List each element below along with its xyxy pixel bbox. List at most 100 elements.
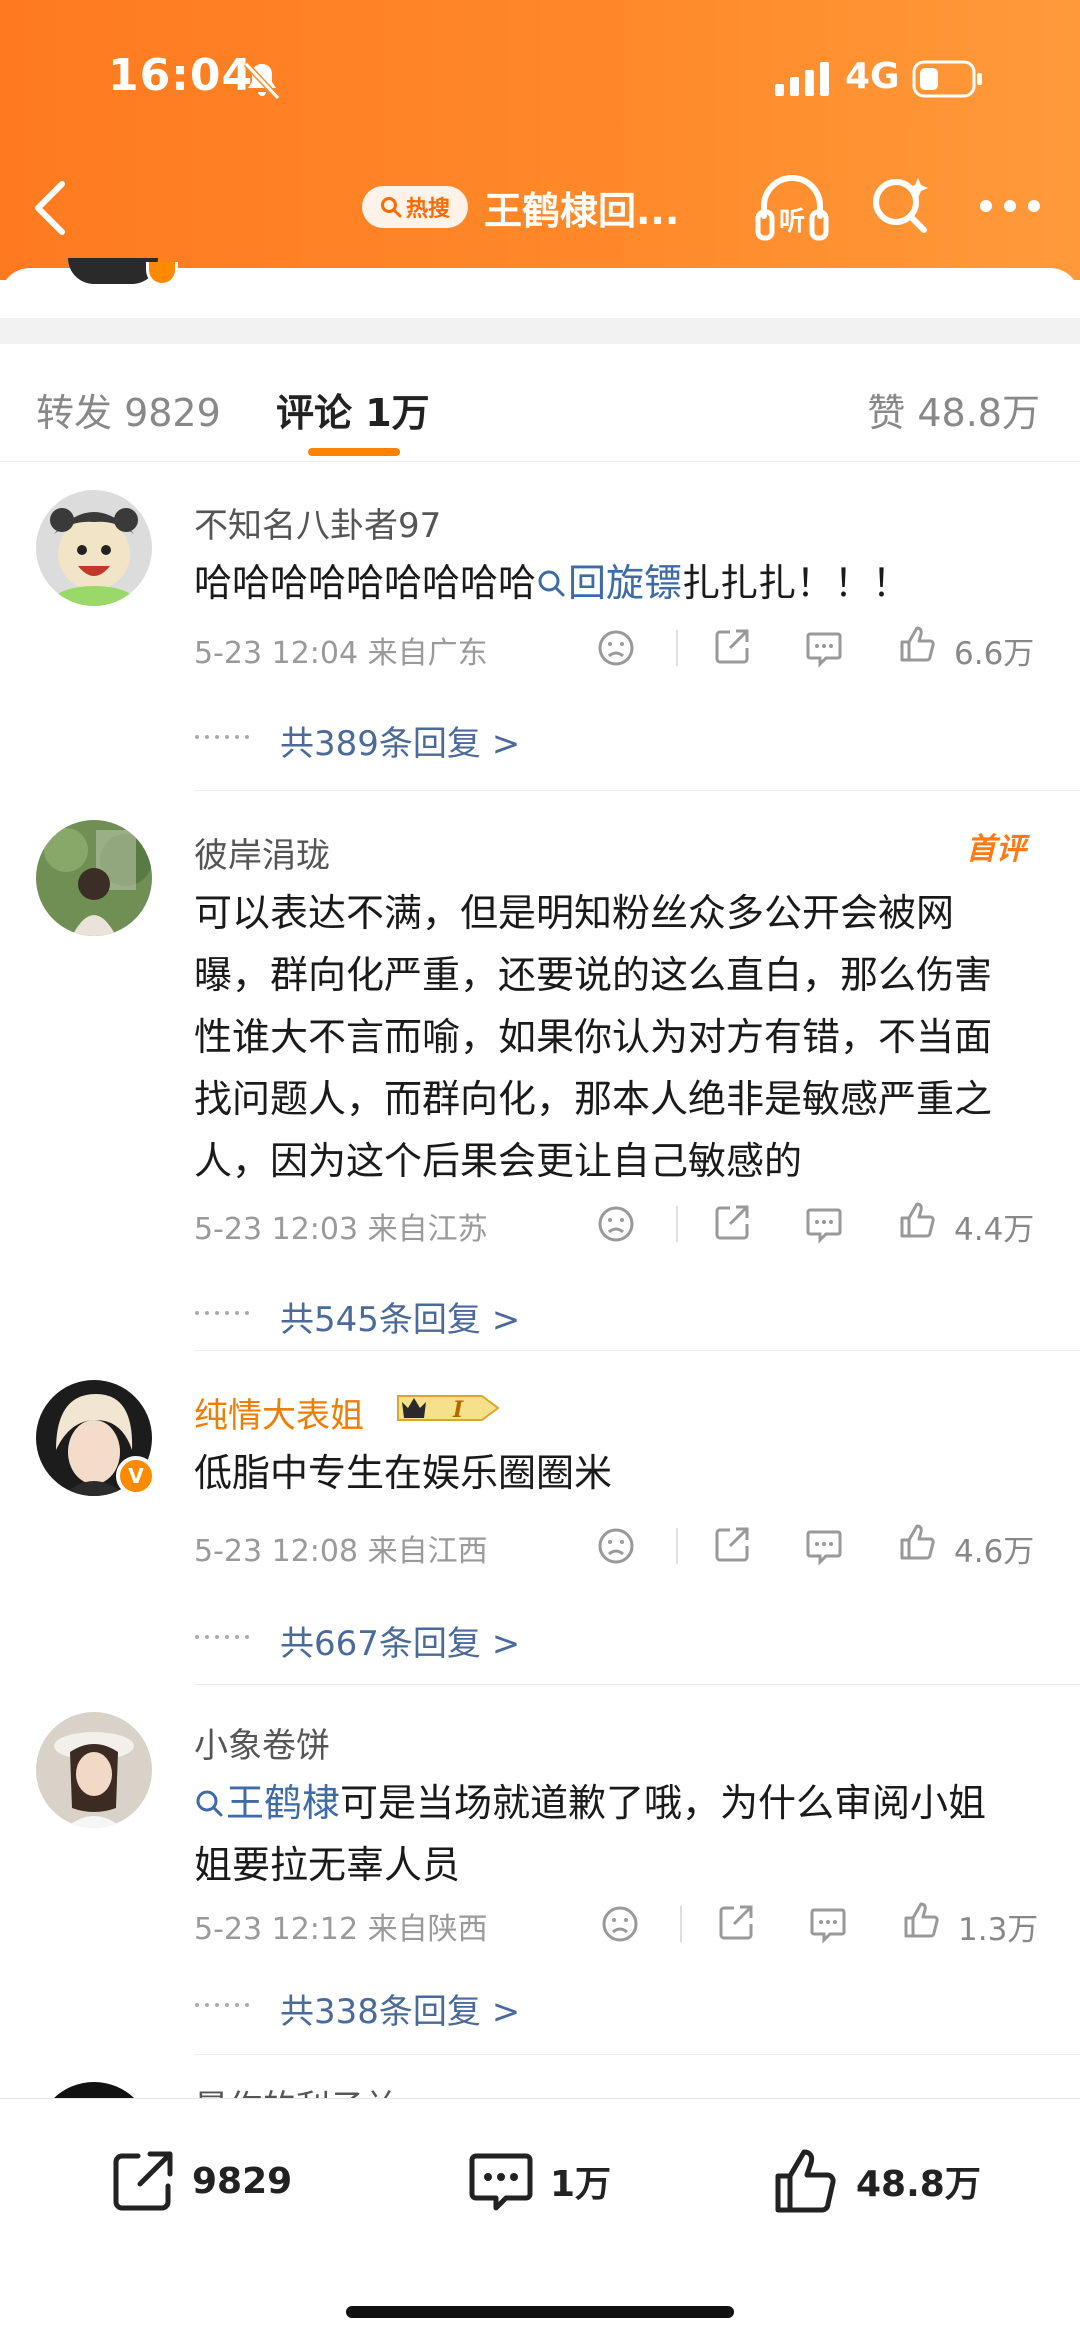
hot-tag-label: 热搜 xyxy=(405,197,450,222)
comment-text: 哈哈哈哈哈哈哈哈哈 回旋镖扎扎扎！！！ xyxy=(194,552,1014,614)
divider xyxy=(676,1528,678,1564)
nav-title[interactable]: 王鹤棣回... xyxy=(484,180,679,235)
comment-text-part: 扎扎扎！！！ xyxy=(682,561,911,605)
comment-location: 来自江西 xyxy=(367,1534,488,1569)
reply-dots xyxy=(195,1311,249,1315)
more-icon[interactable] xyxy=(978,186,1042,226)
reply-dots xyxy=(195,735,249,739)
comment-icon[interactable] xyxy=(804,628,844,668)
comment-button[interactable]: 1万 xyxy=(466,2141,611,2221)
sad-face-icon[interactable] xyxy=(596,628,636,668)
sad-face-icon[interactable] xyxy=(596,1204,636,1244)
comment-time: 5-23 12:08 xyxy=(194,1534,359,1569)
avatar[interactable] xyxy=(36,2082,152,2098)
comment-username[interactable]: 彼岸涓珑 xyxy=(194,828,330,877)
like-count: 4.6万 xyxy=(954,1534,1035,1570)
comment-location: 来自江苏 xyxy=(367,1212,488,1247)
reply-link[interactable]: 共667条回复 > xyxy=(280,1616,520,1665)
like-count: 1.3万 xyxy=(958,1912,1039,1948)
comment-meta: 5-23 12:08 来自江西 xyxy=(194,1526,488,1570)
reply-dots xyxy=(195,1635,249,1639)
listen-label: 听 xyxy=(779,207,805,237)
comment-text: 王鹤棣可是当场就道歉了哦，为什么审阅小姐姐要拉无辜人员 xyxy=(194,1772,1014,1896)
comment-icon[interactable] xyxy=(808,1904,848,1944)
topic-link[interactable]: 王鹤棣 xyxy=(194,1781,340,1825)
comment-divider xyxy=(194,790,1080,791)
share-icon[interactable] xyxy=(712,1202,752,1242)
thumb-up-icon[interactable] xyxy=(898,624,938,664)
reply-link[interactable]: 共545条回复 > xyxy=(280,1292,520,1341)
header: 16:04 4G 热搜 王鹤棣回... 听 xyxy=(0,0,1080,280)
topic-label: 回旋镖 xyxy=(568,561,683,605)
comment-icon[interactable] xyxy=(804,1526,844,1566)
thumb-up-icon xyxy=(775,2149,836,2213)
vip-level-label: I xyxy=(452,1397,464,1423)
tab-bar: 转发 9829 评论 1万 赞 48.8万 xyxy=(0,344,1080,462)
search-icon xyxy=(380,197,402,218)
repost-count: 9829 xyxy=(192,2160,293,2202)
avatar[interactable] xyxy=(36,490,152,606)
comment-username[interactable]: 不知名八卦者97 xyxy=(194,498,441,547)
divider xyxy=(680,1906,682,1942)
comment-time: 5-23 12:03 xyxy=(194,1212,359,1247)
comment-meta: 5-23 12:04 来自广东 xyxy=(194,628,488,672)
share-icon[interactable] xyxy=(716,1902,756,1942)
comment-time: 5-23 12:12 xyxy=(194,1912,359,1947)
share-icon[interactable] xyxy=(712,626,752,666)
sad-face-icon[interactable] xyxy=(600,1904,640,1944)
thumb-up-icon[interactable] xyxy=(898,1522,938,1562)
listen-icon[interactable]: 听 xyxy=(754,172,830,242)
comment-username[interactable]: 晨作的利子兰 xyxy=(194,2080,398,2098)
thumb-up-icon[interactable] xyxy=(902,1900,942,1940)
avatar[interactable] xyxy=(36,820,152,936)
tab-likes[interactable]: 赞 48.8万 xyxy=(867,382,1040,437)
share-icon xyxy=(113,2151,173,2211)
comment-text-part: 哈哈哈哈哈哈哈哈哈 xyxy=(194,561,537,605)
status-time: 16:04 xyxy=(108,50,254,101)
repost-button[interactable]: 9829 xyxy=(108,2141,292,2221)
nav-bar: 热搜 王鹤棣回... 听 xyxy=(0,160,1080,250)
like-button[interactable]: 48.8万 xyxy=(772,2141,981,2221)
tab-repost[interactable]: 转发 9829 xyxy=(36,382,221,437)
signal-icon xyxy=(775,62,829,96)
like-count: 4.4万 xyxy=(954,1212,1035,1248)
search-icon[interactable] xyxy=(868,174,932,238)
home-indicator[interactable] xyxy=(346,2306,734,2318)
reply-link[interactable]: 共338条回复 > xyxy=(280,1984,520,2033)
comment-username[interactable]: 小象卷饼 xyxy=(194,1718,330,1767)
like-count: 6.6万 xyxy=(954,636,1035,672)
bell-off-icon xyxy=(243,61,281,101)
tab-comment[interactable]: 评论 1万 xyxy=(276,382,430,437)
network-label: 4G xyxy=(845,56,900,97)
battery-icon xyxy=(912,60,982,98)
verified-badge: V xyxy=(116,1456,156,1496)
search-icon xyxy=(196,1790,223,1817)
comment-location: 来自广东 xyxy=(367,636,488,671)
section-gap xyxy=(0,318,1080,344)
comment-meta: 5-23 12:03 来自江苏 xyxy=(194,1204,488,1248)
share-icon[interactable] xyxy=(712,1524,752,1564)
reply-link[interactable]: 共389条回复 > xyxy=(280,716,520,765)
comment-text: 低脂中专生在娱乐圈圈米 xyxy=(194,1451,613,1495)
comment-divider xyxy=(194,1684,1080,1685)
divider xyxy=(676,1206,678,1242)
sad-face-icon[interactable] xyxy=(596,1526,636,1566)
vip-level-badge: I xyxy=(397,1395,500,1423)
topic-link[interactable]: 回旋镖 xyxy=(536,561,682,605)
comment-count: 1万 xyxy=(550,2164,612,2205)
comment-divider xyxy=(194,1350,1080,1351)
comment-username[interactable]: 纯情大表姐 xyxy=(194,1388,364,1437)
comment-divider xyxy=(194,2054,1080,2055)
avatar[interactable] xyxy=(36,1712,152,1828)
thumb-up-icon[interactable] xyxy=(898,1200,938,1240)
comment-time: 5-23 12:04 xyxy=(194,636,359,671)
hot-search-tag[interactable]: 热搜 xyxy=(362,186,468,228)
first-comment-tag: 首评 xyxy=(966,832,1026,867)
comment-icon[interactable] xyxy=(804,1204,844,1244)
avatar[interactable] xyxy=(68,258,158,284)
back-icon[interactable] xyxy=(28,178,72,238)
avatar-image xyxy=(36,820,152,936)
bottom-action-bar: 9829 1万 48.8万 xyxy=(0,2098,1080,2341)
avatar-image xyxy=(36,1712,152,1828)
divider xyxy=(676,630,678,666)
